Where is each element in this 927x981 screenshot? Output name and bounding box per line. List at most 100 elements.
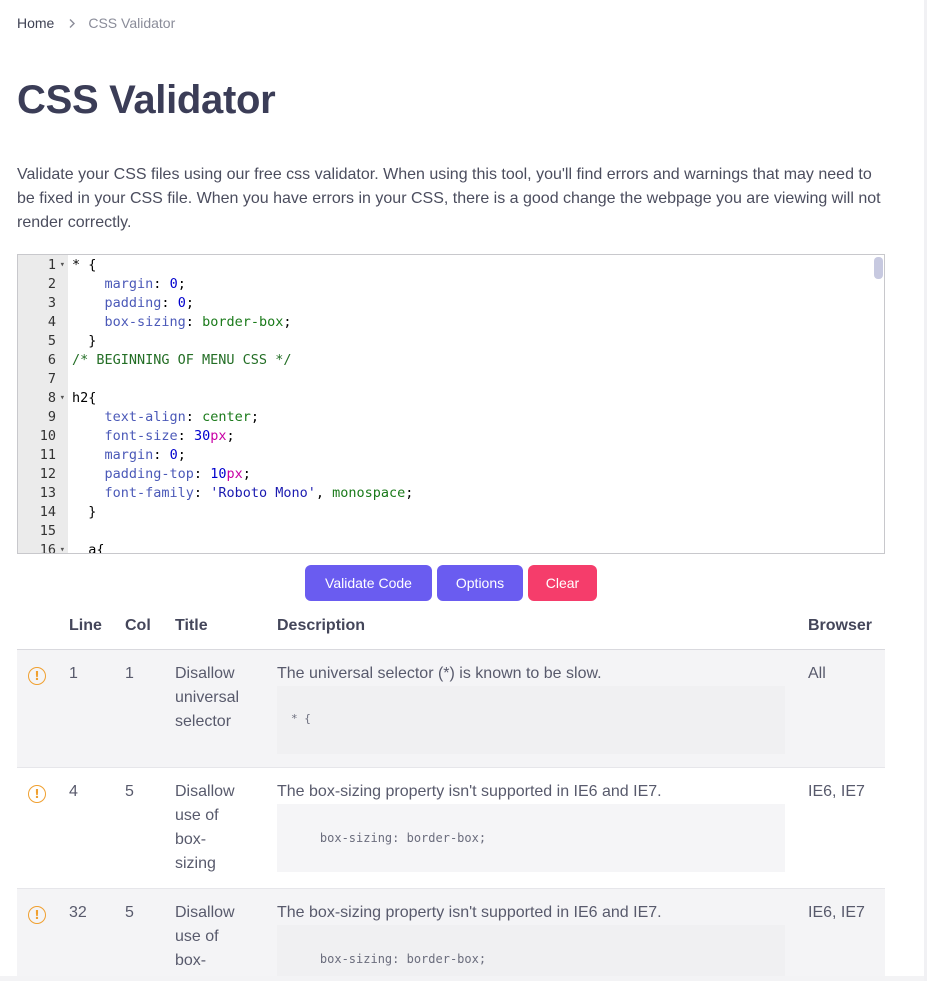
code-text: /* BEGINNING OF MENU CSS */ bbox=[68, 351, 291, 370]
code-token: } bbox=[72, 504, 97, 520]
code-text: margin: 0; bbox=[68, 446, 186, 465]
table-row: ! 32 5 Disallow use of box- The box-sizi… bbox=[17, 889, 885, 981]
line-number: 15 bbox=[39, 523, 56, 539]
row-title-line: universal bbox=[175, 689, 240, 706]
breadcrumb-current: CSS Validator bbox=[88, 15, 176, 31]
row-browser: All bbox=[808, 665, 826, 682]
row-title-line: Disallow bbox=[175, 904, 235, 921]
row-title-line: use of bbox=[175, 928, 219, 945]
code-token: /* BEGINNING OF MENU CSS */ bbox=[72, 352, 292, 368]
line-number: 6 bbox=[47, 352, 56, 368]
fold-toggle-icon[interactable]: ▾ bbox=[60, 541, 65, 553]
code-token: ; bbox=[250, 409, 259, 425]
code-token: center bbox=[202, 409, 251, 425]
code-line: 4 box-sizing: border-box; bbox=[18, 313, 884, 332]
row-title-line: selector bbox=[175, 713, 232, 730]
validate-code-button[interactable]: Validate Code bbox=[305, 565, 432, 601]
code-text: } bbox=[68, 503, 96, 522]
line-number: 7 bbox=[47, 371, 56, 387]
code-token: px bbox=[226, 466, 243, 482]
row-code-snippet: box-sizing: border-box; bbox=[277, 804, 785, 872]
row-browser: IE6, IE7 bbox=[808, 783, 865, 800]
code-text: font-family: 'Roboto Mono', monospace; bbox=[68, 484, 414, 503]
code-text: box-sizing: border-box; bbox=[68, 313, 292, 332]
code-text: } bbox=[68, 332, 96, 351]
code-token: : bbox=[153, 276, 170, 292]
code-line: 16 ▾ a{ bbox=[18, 541, 884, 554]
code-token: ; bbox=[242, 466, 251, 482]
line-number: 13 bbox=[39, 485, 56, 501]
row-line: 4 bbox=[69, 783, 78, 800]
row-title-line: box- bbox=[175, 952, 207, 969]
code-line: 5 } bbox=[18, 332, 884, 351]
row-code-snippet: * { bbox=[277, 686, 785, 754]
results-header-row: Line Col Title Description Browser bbox=[17, 604, 885, 650]
line-number: 16 ▾ bbox=[18, 541, 68, 553]
clear-button[interactable]: Clear bbox=[528, 565, 597, 601]
row-title: Disallow use of box- bbox=[175, 901, 265, 973]
row-title-line: use of bbox=[175, 807, 219, 824]
code-line: 9 text-align: center; bbox=[18, 408, 884, 427]
header-browser: Browser bbox=[808, 617, 873, 634]
code-line: 13 font-family: 'Roboto Mono', monospace… bbox=[18, 484, 884, 503]
code-token: 0 bbox=[169, 276, 178, 292]
code-text: font-size: 30px; bbox=[68, 427, 235, 446]
code-token: font-size bbox=[104, 428, 178, 444]
code-token: margin bbox=[104, 276, 154, 292]
row-title-line: box- bbox=[175, 831, 207, 848]
line-number: 9 bbox=[47, 409, 56, 425]
code-text: text-align: center; bbox=[68, 408, 259, 427]
row-code-snippet: box-sizing: border-box; bbox=[277, 925, 785, 981]
warning-circle-icon: ! bbox=[28, 785, 46, 803]
code-token: monospace bbox=[332, 485, 406, 501]
code-token: 0 bbox=[169, 447, 178, 463]
code-text: padding: 0; bbox=[68, 294, 194, 313]
line-number: 14 bbox=[39, 504, 56, 520]
code-token: box-sizing bbox=[104, 314, 186, 330]
code-token: padding bbox=[104, 295, 162, 311]
breadcrumb-home-link[interactable]: Home bbox=[17, 15, 54, 31]
header-line: Line bbox=[69, 617, 102, 634]
editor-code-lines: 1 ▾ * {2 margin: 0; 3 padding: 0; 4 box-sizi… bbox=[18, 256, 884, 554]
code-line: 3 padding: 0; bbox=[18, 294, 884, 313]
code-line: 1 ▾ * { bbox=[18, 256, 884, 275]
page-bottom-edge bbox=[0, 976, 927, 981]
code-token: 0 bbox=[177, 295, 186, 311]
code-token: : bbox=[185, 409, 203, 425]
line-number: 4 bbox=[47, 314, 56, 330]
css-code-editor[interactable]: 1 ▾ * {2 margin: 0; 3 padding: 0; 4 box-sizi… bbox=[17, 254, 885, 554]
fold-toggle-icon[interactable]: ▾ bbox=[60, 389, 65, 408]
code-token: : bbox=[185, 314, 203, 330]
row-description: The box-sizing property isn't supported … bbox=[277, 904, 662, 921]
editor-scrollbar-thumb[interactable] bbox=[874, 257, 883, 279]
code-token: text-align bbox=[104, 409, 186, 425]
code-line: 11 margin: 0; bbox=[18, 446, 884, 465]
row-browser: IE6, IE7 bbox=[808, 904, 865, 921]
code-token: ; bbox=[226, 428, 235, 444]
code-token: a{ bbox=[72, 542, 105, 554]
row-description: The box-sizing property isn't supported … bbox=[277, 783, 662, 800]
chevron-right-icon bbox=[68, 18, 76, 29]
code-text: padding-top: 10px; bbox=[68, 465, 251, 484]
code-line: 10 font-size: 30px; bbox=[18, 427, 884, 446]
code-line: 2 margin: 0; bbox=[18, 275, 884, 294]
results-table: Line Col Title Description Browser ! 1 1… bbox=[17, 604, 885, 981]
header-title: Title bbox=[175, 617, 208, 634]
code-token: ; bbox=[283, 314, 292, 330]
row-description: The universal selector (*) is known to b… bbox=[277, 665, 602, 682]
code-token: } bbox=[72, 333, 97, 349]
row-line: 32 bbox=[69, 904, 87, 921]
code-line: 6 /* BEGINNING OF MENU CSS */ bbox=[18, 351, 884, 370]
code-text: a{ bbox=[68, 541, 105, 554]
code-token: font-family bbox=[104, 485, 194, 501]
code-token: 30 bbox=[193, 428, 211, 444]
code-token: padding-top bbox=[104, 466, 194, 482]
row-col: 5 bbox=[125, 904, 134, 921]
options-button[interactable]: Options bbox=[437, 565, 523, 601]
fold-toggle-icon[interactable]: ▾ bbox=[60, 256, 65, 275]
